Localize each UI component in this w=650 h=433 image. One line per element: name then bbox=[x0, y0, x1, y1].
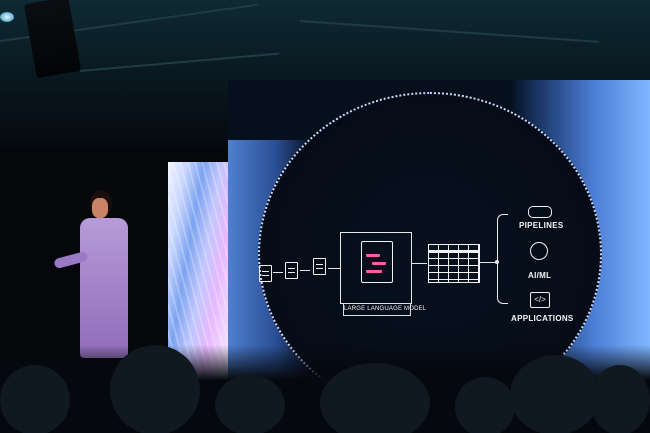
model-document-icon bbox=[361, 241, 393, 283]
llm-label: LARGE LANGUAGE MODEL bbox=[343, 303, 426, 316]
arrow-connector bbox=[273, 272, 283, 273]
document-icon bbox=[313, 258, 326, 275]
truss bbox=[79, 52, 280, 72]
accent-bar bbox=[372, 262, 386, 265]
document-icon bbox=[259, 265, 272, 282]
arrow-connector bbox=[300, 270, 310, 271]
audience-head bbox=[590, 365, 650, 433]
code-icon: </> bbox=[530, 292, 550, 308]
audience bbox=[0, 345, 650, 433]
audience-head bbox=[0, 365, 70, 433]
audience-head bbox=[110, 345, 200, 433]
table-icon bbox=[428, 244, 480, 283]
audience-head bbox=[510, 355, 600, 433]
llm-box bbox=[340, 232, 412, 304]
audience-head bbox=[455, 377, 515, 433]
event-stage: LARGE LANGUAGE MODEL PIPELINES AI/ML </>… bbox=[0, 0, 650, 433]
accent-bar bbox=[366, 254, 380, 257]
truss bbox=[299, 20, 600, 43]
output-bracket bbox=[497, 214, 508, 304]
audience-head bbox=[215, 375, 285, 433]
output-label-pipelines: PIPELINES bbox=[519, 221, 564, 230]
presenter-suit bbox=[80, 218, 128, 358]
presenter-face bbox=[92, 198, 108, 218]
accent-bar bbox=[366, 270, 382, 273]
output-label-applications: APPLICATIONS bbox=[511, 314, 574, 323]
arrow-connector bbox=[411, 263, 427, 264]
arrow-connector bbox=[328, 268, 340, 269]
document-icon bbox=[285, 262, 298, 279]
output-label-aiml: AI/ML bbox=[528, 271, 552, 280]
stage-light bbox=[0, 12, 14, 22]
brain-icon bbox=[530, 242, 548, 260]
pipe-icon bbox=[528, 206, 552, 218]
audience-head bbox=[320, 363, 430, 433]
